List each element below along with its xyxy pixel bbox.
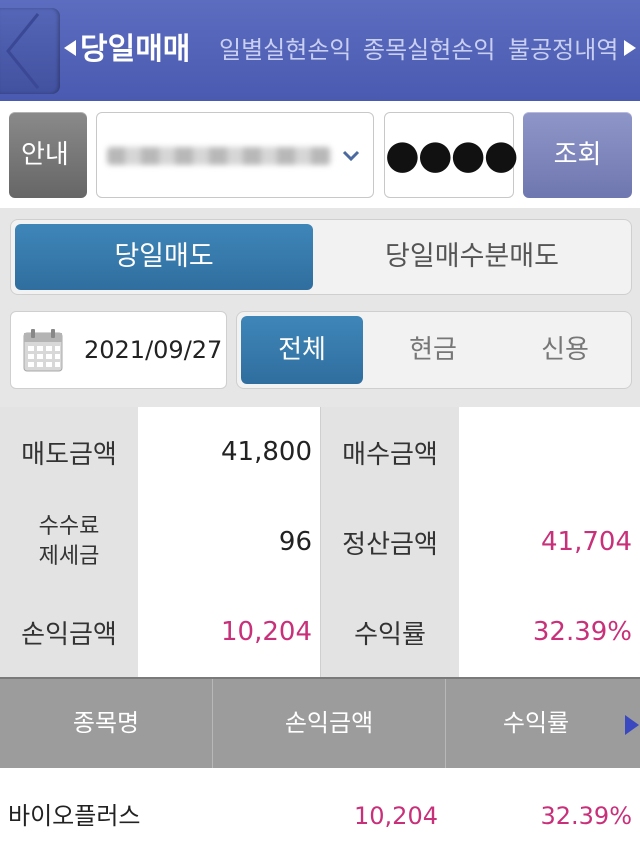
option-today-buy-sell[interactable]: 당일매수분매도 bbox=[317, 224, 627, 290]
fee-label: 수수료 bbox=[38, 514, 100, 539]
account-type-filter: 전체 현금 신용 bbox=[236, 311, 632, 389]
fee-tax-label: 수수료 제세금 bbox=[0, 497, 138, 587]
return-rate-value: 32.39% bbox=[459, 587, 640, 677]
filter-cash[interactable]: 현금 bbox=[371, 316, 495, 384]
back-arrow-icon bbox=[6, 13, 40, 89]
password-field[interactable]: ●●●● bbox=[384, 112, 519, 198]
buy-amount-label: 매수금액 bbox=[321, 407, 459, 497]
row-stock-name: 바이오플러스 bbox=[8, 802, 141, 830]
option-today-sell[interactable]: 당일매도 bbox=[15, 224, 313, 290]
pl-amount-label: 손익금액 bbox=[0, 587, 138, 677]
tax-label: 제세금 bbox=[38, 544, 100, 569]
info-button[interactable]: 안내 bbox=[9, 112, 87, 198]
date-picker[interactable]: 2021/09/27 bbox=[10, 311, 227, 389]
query-button[interactable]: 조회 bbox=[523, 112, 632, 198]
account-row: 안내 ●●●● 조회 bbox=[0, 101, 640, 208]
row-pl-amount: 10,204 bbox=[354, 802, 438, 830]
trade-type-toggle: 당일매도 당일매수분매도 bbox=[10, 219, 632, 295]
settle-amount-value: 41,704 bbox=[459, 497, 640, 587]
filter-credit[interactable]: 신용 bbox=[503, 316, 627, 384]
back-button[interactable] bbox=[0, 8, 60, 94]
calendar-icon bbox=[23, 329, 63, 372]
column-stock-name[interactable]: 종목명 bbox=[0, 679, 212, 768]
column-pl-amount[interactable]: 손익금액 bbox=[213, 679, 445, 768]
tab-stock-realized-pl[interactable]: 종목실현손익 bbox=[363, 30, 495, 70]
settle-amount-label: 정산금액 bbox=[321, 497, 459, 587]
fee-tax-value: 96 bbox=[138, 497, 320, 587]
return-rate-label: 수익률 bbox=[321, 587, 459, 677]
pl-amount-value: 10,204 bbox=[138, 587, 320, 677]
date-value: 2021/09/27 bbox=[84, 336, 223, 364]
chevron-down-icon bbox=[342, 150, 360, 162]
sell-amount-label: 매도금액 bbox=[0, 407, 138, 497]
tab-scroll-right-icon[interactable] bbox=[624, 40, 636, 56]
tab-scroll-left-icon[interactable] bbox=[64, 40, 76, 56]
buy-amount-value bbox=[459, 407, 640, 497]
tab-unfair-trades[interactable]: 불공정내역 bbox=[508, 30, 618, 70]
table-row[interactable]: 바이오플러스 10,204 32.39% bbox=[0, 768, 640, 868]
row-return-rate: 32.39% bbox=[540, 802, 632, 830]
tab-daily-realized-pl[interactable]: 일별실현손익 bbox=[219, 30, 351, 70]
table-header: 종목명 손익금액 수익률 bbox=[0, 677, 640, 768]
masked-account-number bbox=[107, 147, 331, 165]
filter-all[interactable]: 전체 bbox=[241, 316, 363, 384]
sell-amount-value: 41,800 bbox=[138, 407, 320, 497]
top-tab-bar: 당일매매 일별실현손익 종목실현손익 불공정내역 bbox=[0, 0, 640, 101]
account-select[interactable] bbox=[96, 112, 374, 198]
tab-today-trade[interactable]: 당일매매 bbox=[80, 30, 190, 70]
next-columns-icon[interactable] bbox=[625, 715, 639, 735]
column-return-rate[interactable]: 수익률 bbox=[446, 679, 626, 768]
summary-divider bbox=[320, 407, 321, 677]
